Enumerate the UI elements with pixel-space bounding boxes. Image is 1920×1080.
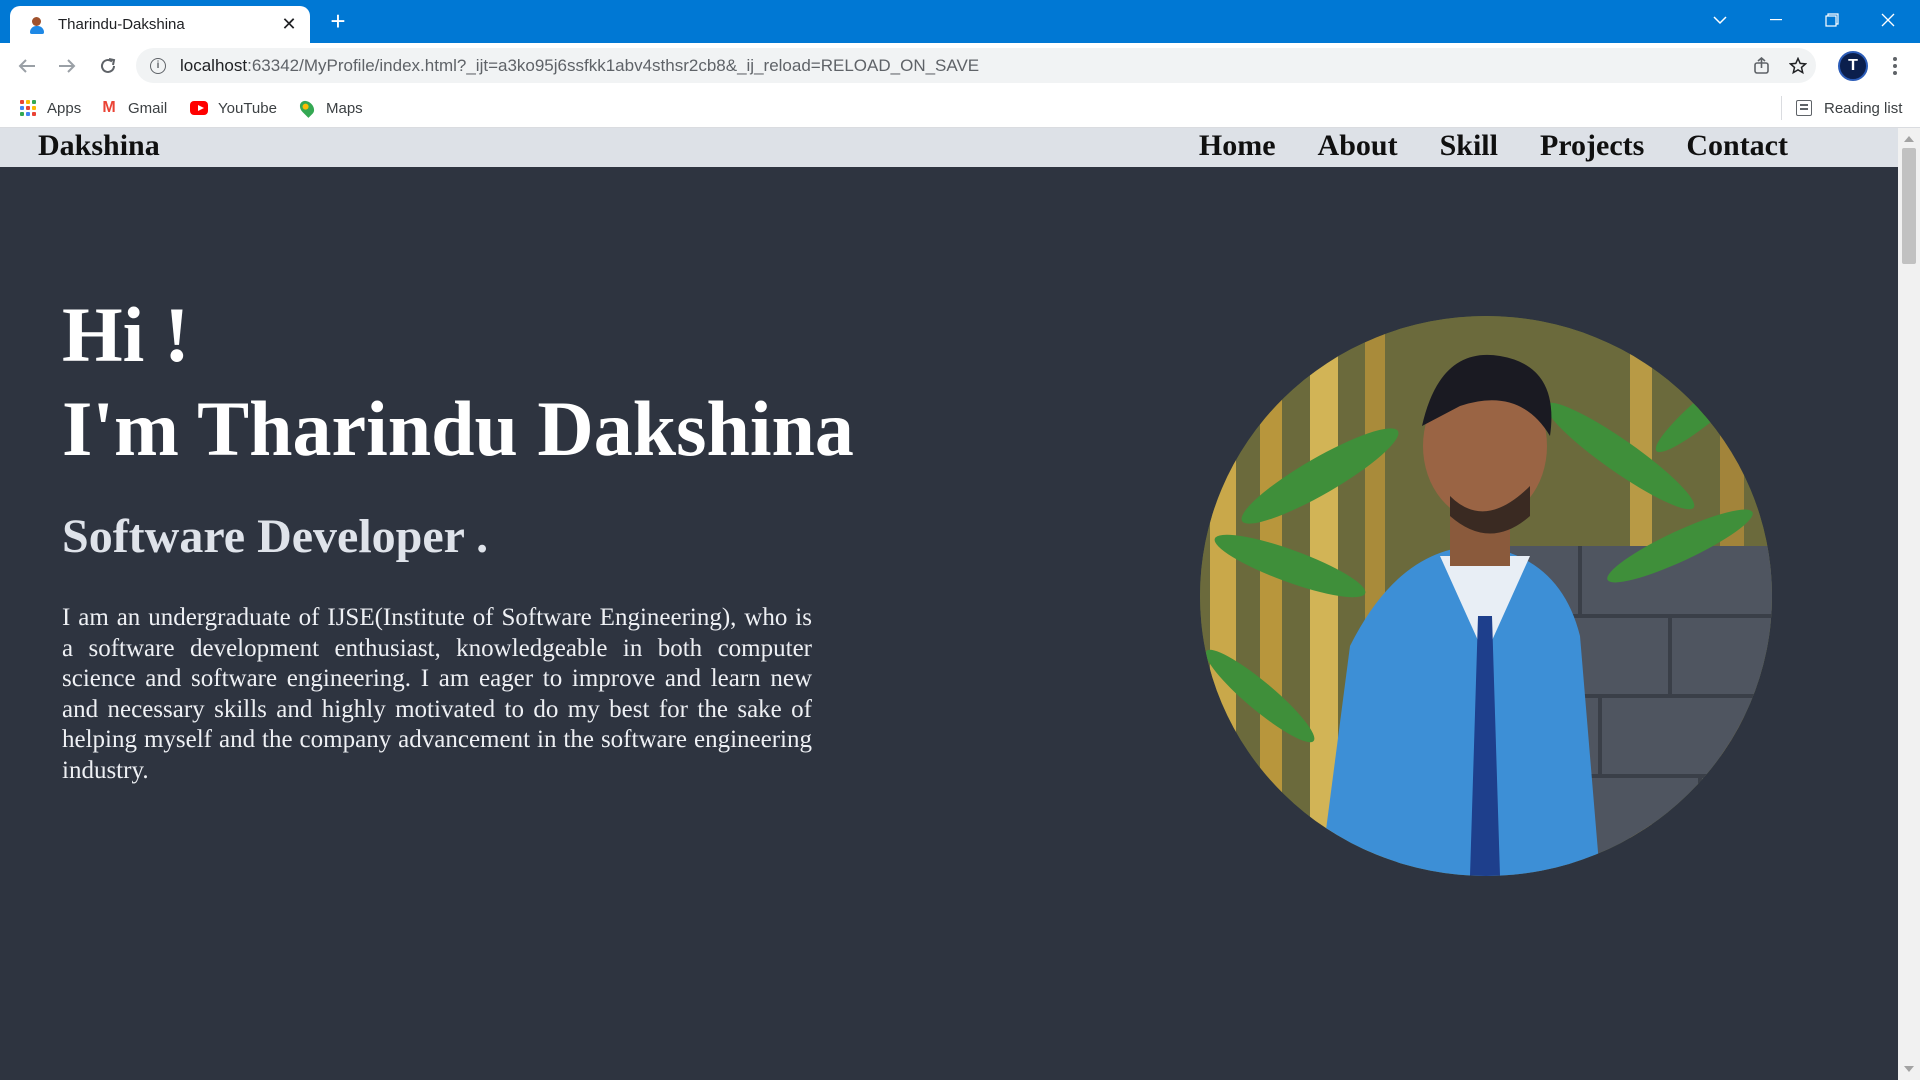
hero-section: Hi ! I'm Tharindu Dakshina Software Deve… [62,288,962,786]
bookmark-apps[interactable]: Apps [19,96,81,120]
page-content: Dakshina Home About Skill Projects Conta… [0,128,1898,1080]
scroll-down-arrow-icon[interactable] [1904,1066,1914,1072]
hero-bio: I am an undergraduate of IJSE(Institute … [62,604,812,784]
back-arrow-icon[interactable] [12,51,42,81]
reading-list-button[interactable]: Reading list [1796,96,1902,120]
tab-search-chevron-icon[interactable] [1692,0,1748,40]
scroll-up-arrow-icon[interactable] [1904,136,1914,142]
hero-name: I'm Tharindu Dakshina [62,385,854,472]
close-window-icon[interactable] [1860,0,1916,40]
browser-toolbar: i localhost:63342/MyProfile/index.html?_… [0,43,1920,88]
youtube-icon [190,99,208,117]
apps-grid-icon [19,99,37,117]
nav-home[interactable]: Home [1199,129,1276,163]
tab-close-icon[interactable]: ✕ [278,14,300,35]
minimize-icon[interactable] [1748,0,1804,40]
new-tab-button[interactable]: + [323,6,353,36]
bookmark-label: Gmail [128,99,168,117]
tab-title: Tharindu-Dakshina [58,16,185,33]
nav-skill[interactable]: Skill [1440,129,1498,163]
bookmark-youtube[interactable]: YouTube [190,96,277,120]
reading-list-label: Reading list [1824,99,1903,117]
nav-about[interactable]: About [1318,129,1398,163]
profile-favicon-icon [28,16,46,34]
address-bar[interactable]: i localhost:63342/MyProfile/index.html?_… [136,48,1816,83]
browser-tab-bar: Tharindu-Dakshina ✕ + [0,0,1920,43]
bookmarks-divider [1781,96,1782,120]
nav-projects[interactable]: Projects [1540,129,1644,163]
hero-role: Software Developer . [62,510,489,563]
maps-icon [297,98,317,118]
bookmark-gmail[interactable]: M Gmail [100,96,167,120]
bookmark-maps[interactable]: Maps [297,96,363,120]
site-nav-links: Home About Skill Projects Contact [1199,129,1788,163]
reload-icon[interactable] [93,51,123,81]
profile-avatar[interactable]: T [1838,51,1868,81]
more-menu-icon[interactable] [1880,51,1910,81]
reading-list-icon [1796,100,1812,116]
bookmark-label: YouTube [218,99,277,117]
site-brand[interactable]: Dakshina [38,129,160,163]
bookmark-label: Apps [47,99,82,117]
site-navbar: Dakshina Home About Skill Projects Conta… [0,128,1898,167]
site-info-icon[interactable]: i [150,57,166,74]
forward-arrow-icon[interactable] [52,51,82,81]
bookmark-star-icon[interactable] [1786,54,1810,78]
profile-photo [1200,316,1772,876]
scrollbar-thumb[interactable] [1902,148,1916,264]
share-icon[interactable] [1750,54,1774,78]
hero-greeting: Hi ! [62,291,190,378]
page-scrollbar[interactable] [1898,128,1920,1080]
bookmarks-bar: Apps M Gmail YouTube Maps Reading list [0,88,1920,128]
url-host: localhost [180,55,248,75]
gmail-icon: M [102,99,116,116]
url-path: :63342/MyProfile/index.html?_ijt=a3ko95j… [247,55,980,75]
browser-tab[interactable]: Tharindu-Dakshina ✕ [10,6,310,43]
bookmark-label: Maps [326,99,363,117]
restore-icon[interactable] [1804,0,1860,40]
nav-contact[interactable]: Contact [1686,129,1788,163]
